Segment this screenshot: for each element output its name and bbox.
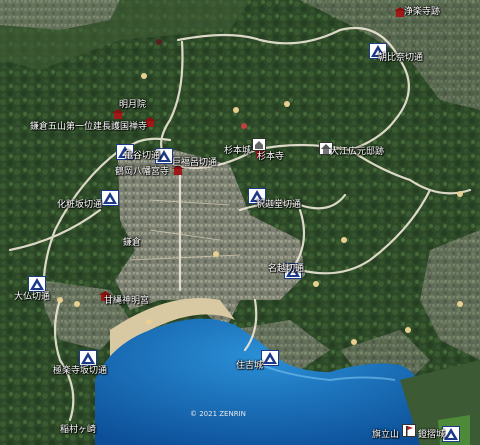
satellite-terrain	[0, 0, 480, 445]
place-label[interactable]: 杉本寺	[257, 152, 284, 163]
place-label[interactable]: 明月院	[119, 100, 146, 111]
place-label[interactable]: 住吉城	[236, 361, 263, 372]
place-label[interactable]: 化粧坂切通	[57, 200, 102, 211]
place-label[interactable]: 浄楽寺跡	[404, 7, 440, 18]
pin-icon	[241, 123, 247, 129]
place-label[interactable]: 鶴岡八幡宮寺	[115, 167, 169, 178]
pin-icon	[457, 301, 463, 307]
place-label[interactable]: 亀谷切通	[124, 151, 160, 162]
pin-icon	[313, 281, 319, 287]
pin-icon	[146, 319, 152, 325]
place-label[interactable]: 巨福呂切通	[172, 158, 217, 169]
pin-icon	[74, 301, 80, 307]
pin-icon	[57, 297, 63, 303]
place-label[interactable]: 釈迦堂切通	[256, 200, 301, 211]
pass-icon[interactable]	[261, 350, 279, 366]
map-view[interactable]: 浄楽寺跡 朝比奈切通 明月院 鎌倉五山第一位建長護国禅寺 亀谷切通 巨福呂切通 …	[0, 0, 480, 445]
pin-icon	[405, 327, 411, 333]
pin-icon	[141, 73, 147, 79]
pin-icon	[213, 251, 219, 257]
place-label[interactable]: 朝比奈切通	[378, 53, 423, 64]
place-label[interactable]: 甘縄神明宮	[104, 296, 149, 307]
pass-icon[interactable]	[101, 190, 119, 206]
place-label[interactable]: 大仏切通	[14, 292, 50, 303]
place-label[interactable]: 名越切通	[268, 264, 304, 275]
place-label[interactable]: 稲村ヶ崎	[60, 425, 96, 436]
place-label[interactable]: 極楽寺坂切通	[53, 366, 107, 377]
place-label[interactable]: 杉本城	[224, 146, 251, 157]
place-label[interactable]: 鐙摺城	[418, 430, 445, 441]
pin-icon	[457, 191, 463, 197]
pass-icon[interactable]	[28, 276, 46, 292]
flag-icon[interactable]	[402, 424, 416, 437]
pass-icon[interactable]	[79, 350, 97, 366]
pin-icon	[156, 39, 162, 45]
place-label[interactable]: 鎌倉五山第一位建長護国禅寺	[30, 122, 147, 133]
copyright-notice: © 2021 ZENRIN	[190, 410, 246, 418]
place-label[interactable]: 鎌倉	[123, 238, 141, 249]
pin-icon	[284, 101, 290, 107]
pin-icon	[341, 237, 347, 243]
pin-icon	[351, 339, 357, 345]
place-label[interactable]: 旗立山	[372, 430, 399, 441]
castle-icon[interactable]	[252, 138, 266, 151]
pin-icon	[233, 107, 239, 113]
place-label[interactable]: 大江広元邸跡	[330, 147, 384, 158]
